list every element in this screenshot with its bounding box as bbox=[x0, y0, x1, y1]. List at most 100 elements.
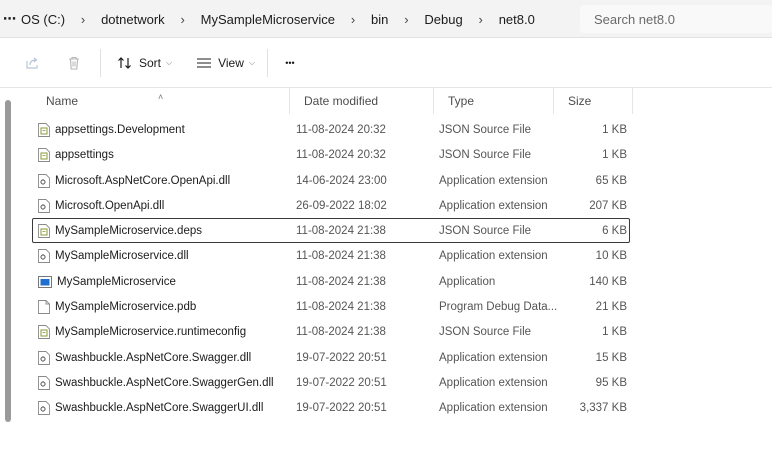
file-type: Application extension bbox=[439, 174, 548, 187]
file-row[interactable]: Swashbuckle.AspNetCore.SwaggerGen.dll 19-… bbox=[32, 370, 630, 395]
file-size: 15 KB bbox=[595, 351, 627, 364]
column-header-size[interactable]: Size bbox=[553, 88, 633, 114]
file-date: 11-08-2024 21:38 bbox=[296, 275, 386, 288]
file-name-cell: appsettings.Development bbox=[38, 118, 288, 142]
json-file-icon bbox=[38, 148, 55, 163]
file-rows: appsettings.Development 11-08-2024 20:32 J… bbox=[32, 117, 772, 421]
file-name-cell: MySampleMicroservice.pdb bbox=[38, 295, 288, 319]
file-name-cell: MySampleMicroservice bbox=[38, 270, 288, 294]
file-name: MySampleMicroservice.pdb bbox=[55, 301, 197, 314]
file-type: Application bbox=[439, 275, 496, 288]
file-row[interactable]: MySampleMicroservice.deps 11-08-2024 21:3… bbox=[32, 218, 630, 244]
column-header-name-label: Name bbox=[46, 94, 79, 108]
file-size: 1 KB bbox=[602, 124, 627, 136]
breadcrumb-item-dotnetwork[interactable]: dotnetwork bbox=[98, 12, 168, 27]
file-size: 207 KB bbox=[589, 199, 627, 212]
file-name-cell: Microsoft.OpenApi.dll bbox=[38, 194, 288, 218]
file-date: 11-08-2024 21:38 bbox=[296, 250, 386, 263]
view-button[interactable]: View ⌵ bbox=[194, 47, 257, 79]
json-file-icon bbox=[38, 325, 55, 340]
sort-ascending-icon: ˄ bbox=[158, 92, 164, 102]
column-header-row: Name ˄ Date modified Type Size bbox=[32, 88, 772, 114]
file-list: Name ˄ Date modified Type Size appsettin… bbox=[32, 88, 772, 416]
column-header-type[interactable]: Type bbox=[433, 88, 553, 114]
breadcrumb-item-debug[interactable]: Debug bbox=[421, 12, 465, 27]
file-date: 11-08-2024 21:38 bbox=[296, 225, 386, 238]
command-bar: Sort ⌵ View ⌵ ••• bbox=[0, 39, 772, 88]
file-row[interactable]: MySampleMicroservice.pdb 11-08-2024 21:38… bbox=[32, 294, 630, 319]
file-type: JSON Source File bbox=[439, 124, 532, 136]
file-name: appsettings bbox=[55, 149, 114, 162]
file-size: 1 KB bbox=[602, 326, 627, 339]
file-row[interactable]: Swashbuckle.AspNetCore.Swagger.dll 19-07-… bbox=[32, 345, 630, 370]
breadcrumb-more-icon[interactable]: ⋯ bbox=[0, 11, 18, 27]
file-size: 65 KB bbox=[595, 174, 627, 187]
file-name: Microsoft.OpenApi.dll bbox=[55, 199, 165, 212]
column-header-name[interactable]: Name ˄ bbox=[32, 88, 289, 114]
breadcrumb-item-net8[interactable]: net8.0 bbox=[496, 12, 538, 27]
sort-icon bbox=[118, 57, 131, 69]
search-input[interactable] bbox=[594, 11, 764, 27]
chevron-right-icon[interactable]: › bbox=[466, 12, 496, 27]
file-size: 21 KB bbox=[595, 301, 627, 314]
breadcrumb: ⋯ OS (C:) › dotnetwork › MySampleMicrose… bbox=[0, 0, 576, 38]
file-row[interactable]: Microsoft.AspNetCore.OpenApi.dll 14-06-20… bbox=[32, 168, 630, 193]
file-date: 11-08-2024 21:38 bbox=[296, 326, 386, 339]
file-size: 1 KB bbox=[602, 149, 627, 162]
file-row[interactable]: Swashbuckle.AspNetCore.SwaggerUI.dll 19-0… bbox=[32, 395, 630, 420]
navigation-scrollbar[interactable] bbox=[5, 100, 11, 422]
more-options-button[interactable]: ••• bbox=[274, 47, 306, 79]
file-type: Program Debug Data... bbox=[439, 301, 557, 314]
chevron-right-icon[interactable]: › bbox=[391, 12, 421, 27]
json-file-icon bbox=[38, 123, 55, 137]
column-header-type-label: Type bbox=[448, 94, 475, 108]
view-label: View bbox=[218, 56, 244, 70]
dll-file-icon bbox=[38, 249, 55, 264]
file-date: 14-06-2024 23:00 bbox=[296, 174, 387, 187]
file-date: 11-08-2024 20:32 bbox=[296, 124, 386, 136]
file-type: Application extension bbox=[439, 250, 548, 263]
address-bar: ⋯ OS (C:) › dotnetwork › MySampleMicrose… bbox=[0, 0, 772, 38]
chevron-right-icon[interactable]: › bbox=[338, 12, 368, 27]
column-header-date[interactable]: Date modified bbox=[289, 88, 433, 114]
dll-file-icon bbox=[38, 173, 55, 188]
search-box[interactable] bbox=[580, 5, 772, 33]
sort-button[interactable]: Sort ⌵ bbox=[115, 47, 174, 79]
file-name: MySampleMicroservice.runtimeconfig bbox=[55, 326, 247, 339]
breadcrumb-item-project[interactable]: MySampleMicroservice bbox=[198, 12, 338, 27]
file-type: Application extension bbox=[439, 376, 548, 389]
file-size: 10 KB bbox=[595, 250, 627, 263]
file-name: MySampleMicroservice.dll bbox=[55, 250, 189, 263]
chevron-down-icon: ⌵ bbox=[248, 58, 255, 67]
file-row[interactable]: MySampleMicroservice.dll 11-08-2024 21:38… bbox=[32, 243, 630, 268]
file-row[interactable]: appsettings 11-08-2024 20:32 JSON Source F… bbox=[32, 142, 630, 167]
file-name-cell: MySampleMicroservice.dll bbox=[38, 244, 288, 268]
share-button[interactable] bbox=[16, 47, 48, 79]
dll-file-icon bbox=[38, 401, 55, 416]
file-size: 3,337 KB bbox=[579, 402, 627, 415]
chevron-right-icon[interactable]: › bbox=[68, 12, 98, 27]
file-size: 6 KB bbox=[602, 225, 627, 238]
file-row[interactable]: Microsoft.OpenApi.dll 26-09-2022 18:02 App… bbox=[32, 193, 630, 218]
toolbar-separator bbox=[100, 49, 101, 77]
file-name-cell: MySampleMicroservice.deps bbox=[38, 219, 288, 243]
file-date: 11-08-2024 20:32 bbox=[296, 149, 386, 162]
file-name: MySampleMicroservice.deps bbox=[55, 225, 202, 238]
file-name-cell: Microsoft.AspNetCore.OpenApi.dll bbox=[38, 169, 288, 193]
file-name-cell: MySampleMicroservice.runtimeconfig bbox=[38, 320, 288, 344]
chevron-right-icon[interactable]: › bbox=[168, 12, 198, 27]
column-header-date-label: Date modified bbox=[304, 94, 379, 108]
breadcrumb-item-drive[interactable]: OS (C:) bbox=[18, 12, 68, 27]
file-name: Swashbuckle.AspNetCore.Swagger.dll bbox=[55, 351, 252, 364]
file-name: Swashbuckle.AspNetCore.SwaggerGen.dll bbox=[55, 376, 274, 389]
file-row[interactable]: MySampleMicroservice.runtimeconfig 11-08-… bbox=[32, 319, 630, 344]
navigation-pane-edge bbox=[0, 88, 4, 463]
delete-button[interactable] bbox=[58, 47, 90, 79]
file-size: 140 KB bbox=[589, 275, 627, 288]
breadcrumb-item-bin[interactable]: bin bbox=[368, 12, 391, 27]
dll-file-icon bbox=[38, 350, 55, 365]
share-icon bbox=[26, 57, 38, 69]
blank-file-icon bbox=[38, 300, 55, 315]
file-row[interactable]: MySampleMicroservice 11-08-2024 21:38 Appl… bbox=[32, 269, 630, 294]
file-row[interactable]: appsettings.Development 11-08-2024 20:32 J… bbox=[32, 117, 630, 142]
